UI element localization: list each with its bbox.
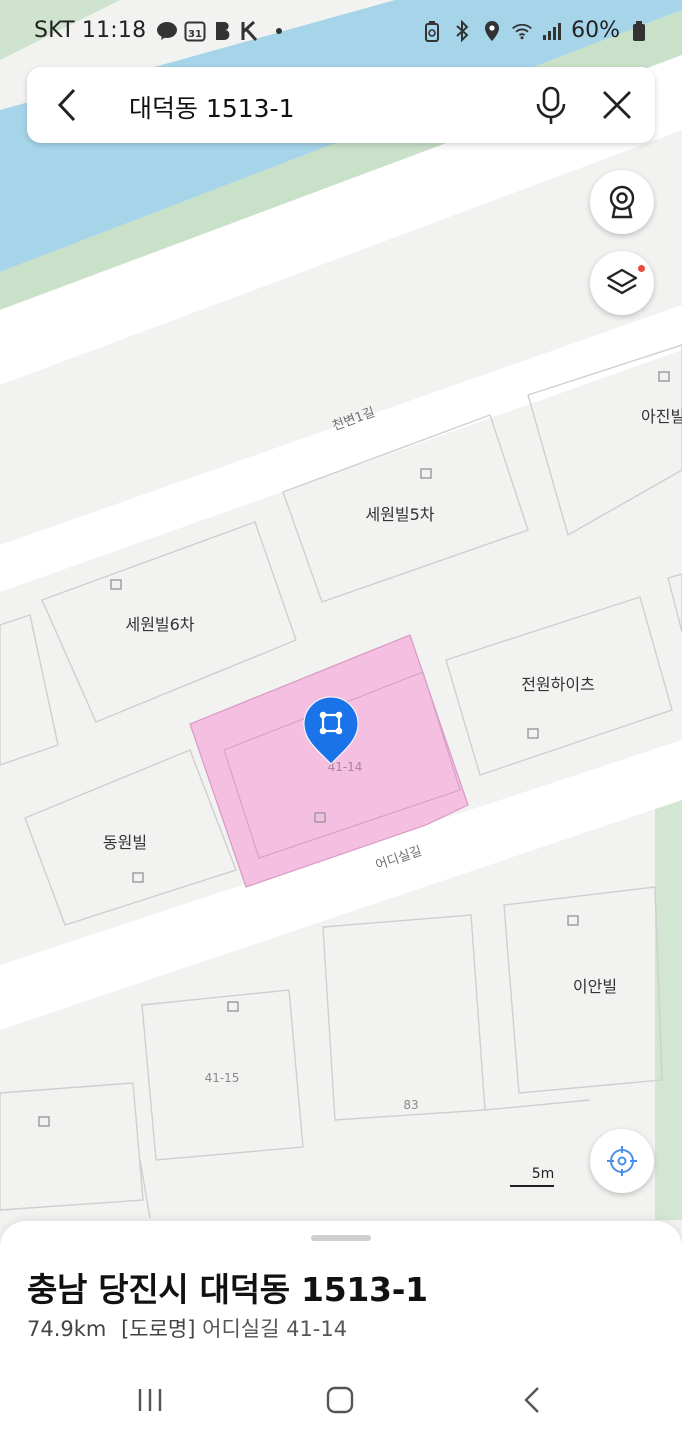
lot-number: 41-15: [205, 1071, 240, 1085]
street-view-icon: [609, 185, 635, 219]
recent-apps-button[interactable]: [128, 1378, 172, 1422]
b-icon: [212, 20, 234, 42]
back-button[interactable]: [49, 85, 89, 125]
address-subtitle: 74.9km [도로명] 어디실길 41-14: [27, 1313, 347, 1343]
system-icons: 60%: [421, 18, 650, 43]
system-navigation-bar: [0, 1360, 682, 1440]
system-back-button[interactable]: [510, 1378, 554, 1422]
home-icon: [326, 1386, 354, 1414]
sheet-drag-handle[interactable]: [311, 1235, 371, 1241]
signal-icon: [541, 20, 563, 42]
crosshair-icon: [607, 1146, 637, 1176]
building-label: 아진빌: [641, 407, 682, 426]
building-label: 이안빌: [573, 977, 617, 996]
talk-icon: [156, 20, 178, 42]
map-layers-button[interactable]: [590, 251, 654, 315]
chevron-left-icon: [57, 88, 76, 122]
building-label: 세원빌6차: [125, 615, 194, 634]
svg-text:31: 31: [188, 29, 202, 40]
notification-dot: [638, 265, 645, 272]
microphone-icon: [536, 86, 566, 124]
calendar-31-icon: 31: [184, 20, 206, 42]
k-icon: [240, 20, 262, 42]
svg-text:5m: 5m: [532, 1166, 555, 1182]
close-icon: [603, 91, 631, 119]
home-button[interactable]: [318, 1378, 362, 1422]
road-label-tag: [도로명]: [121, 1317, 196, 1341]
status-time: SKT 11:18: [34, 18, 147, 43]
voice-search-button[interactable]: [531, 84, 571, 126]
back-arrow-icon: [524, 1387, 539, 1413]
wifi-icon: [511, 20, 533, 42]
distance-text: 74.9km: [27, 1317, 107, 1341]
search-bar[interactable]: 대덕동 1513-1: [27, 67, 655, 143]
battery-icon: [628, 20, 650, 42]
location-icon: [481, 20, 503, 42]
building-label: 동원빌: [103, 833, 147, 852]
status-bar: SKT 11:18 31 60%: [0, 0, 682, 64]
dot-icon: [268, 20, 290, 42]
battery-saver-icon: [421, 20, 443, 42]
clear-search-button[interactable]: [597, 85, 637, 125]
battery-percent: 60%: [571, 18, 620, 43]
my-location-button[interactable]: [590, 1129, 654, 1193]
recent-apps-icon: [138, 1389, 162, 1411]
bluetooth-icon: [451, 19, 473, 42]
street-view-button[interactable]: [590, 170, 654, 234]
address-title: 충남 당진시 대덕동 1513-1: [27, 1270, 428, 1309]
building-label: 세원빌5차: [365, 505, 434, 524]
building-label: 전원하이츠: [521, 675, 595, 694]
lot-number: 83: [403, 1098, 418, 1112]
layers-icon: [606, 268, 638, 295]
road-address: 어디실길 41-14: [202, 1317, 348, 1341]
search-input[interactable]: 대덕동 1513-1: [129, 89, 295, 125]
notification-icons: 31: [156, 20, 290, 42]
